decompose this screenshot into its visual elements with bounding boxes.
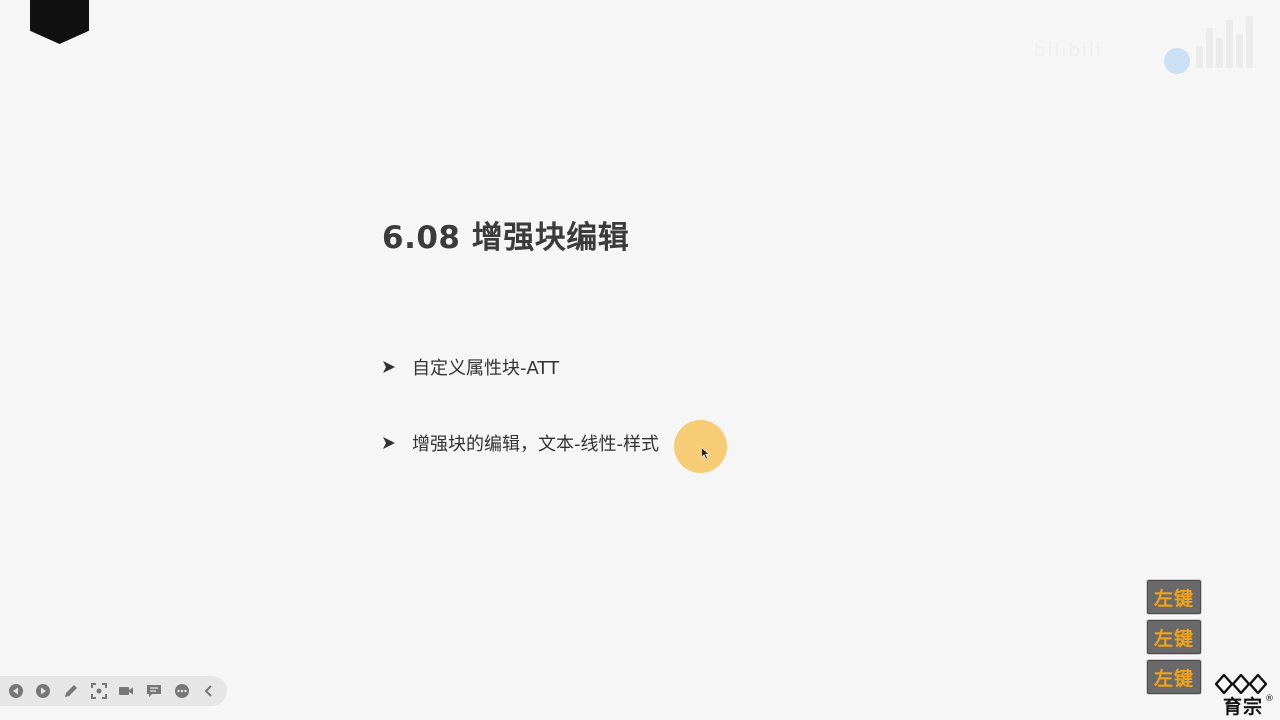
collapse-toolbar-button[interactable]: [199, 681, 219, 701]
collapse-icon: [204, 685, 212, 697]
watermark-logo-icon: [1196, 12, 1256, 68]
presentation-toolbar: [0, 676, 227, 706]
key-indicator-left-click: 左键: [1146, 619, 1202, 655]
brand-diamonds-icon: [1215, 674, 1267, 694]
more-icon: [174, 684, 189, 698]
watermark-text: bilibili: [1034, 40, 1103, 61]
camera-icon: [119, 687, 134, 695]
bullet-item: 自定义属性块-ATT: [382, 354, 559, 380]
next-slide-button[interactable]: [34, 681, 54, 701]
next-slide-icon: [36, 684, 51, 698]
comment-button[interactable]: [144, 681, 164, 701]
brand-logo: 育宗 ®: [1215, 672, 1277, 718]
bullet-text: 增强块的编辑，文本-线性-样式: [412, 434, 659, 455]
prev-slide-icon: [8, 684, 23, 698]
key-indicator-left-click: 左键: [1146, 579, 1202, 615]
bilibili-watermark: bilibili: [1026, 4, 1256, 74]
brand-name: 育宗: [1223, 696, 1264, 718]
arrowhead-bullet-icon: [383, 437, 395, 449]
registered-mark: ®: [1265, 694, 1274, 704]
more-button[interactable]: [172, 681, 192, 701]
focus-button[interactable]: [89, 681, 109, 701]
bullet-item: 增强块的编辑，文本-线性-样式: [382, 430, 659, 456]
slide-title: 6.08 增强块编辑: [382, 220, 630, 256]
corner-bookmark-badge: [30, 0, 89, 44]
focus-icon: [90, 683, 107, 699]
watermark-avatar-icon: [1164, 48, 1190, 74]
prev-slide-button[interactable]: [6, 681, 26, 701]
bullet-text: 自定义属性块-ATT: [412, 358, 560, 379]
comment-icon: [146, 685, 161, 697]
arrowhead-bullet-icon: [383, 361, 395, 373]
key-indicator-left-click: 左键: [1146, 659, 1202, 695]
presentation-stage: bilibili 6.08 增强块编辑 自定义属性块-ATT 增强块的编辑，文本…: [0, 0, 1280, 720]
pen-tool-button[interactable]: [61, 681, 81, 701]
camera-button[interactable]: [117, 681, 137, 701]
mouse-pointer-icon: [701, 447, 710, 460]
pen-icon: [65, 685, 78, 697]
